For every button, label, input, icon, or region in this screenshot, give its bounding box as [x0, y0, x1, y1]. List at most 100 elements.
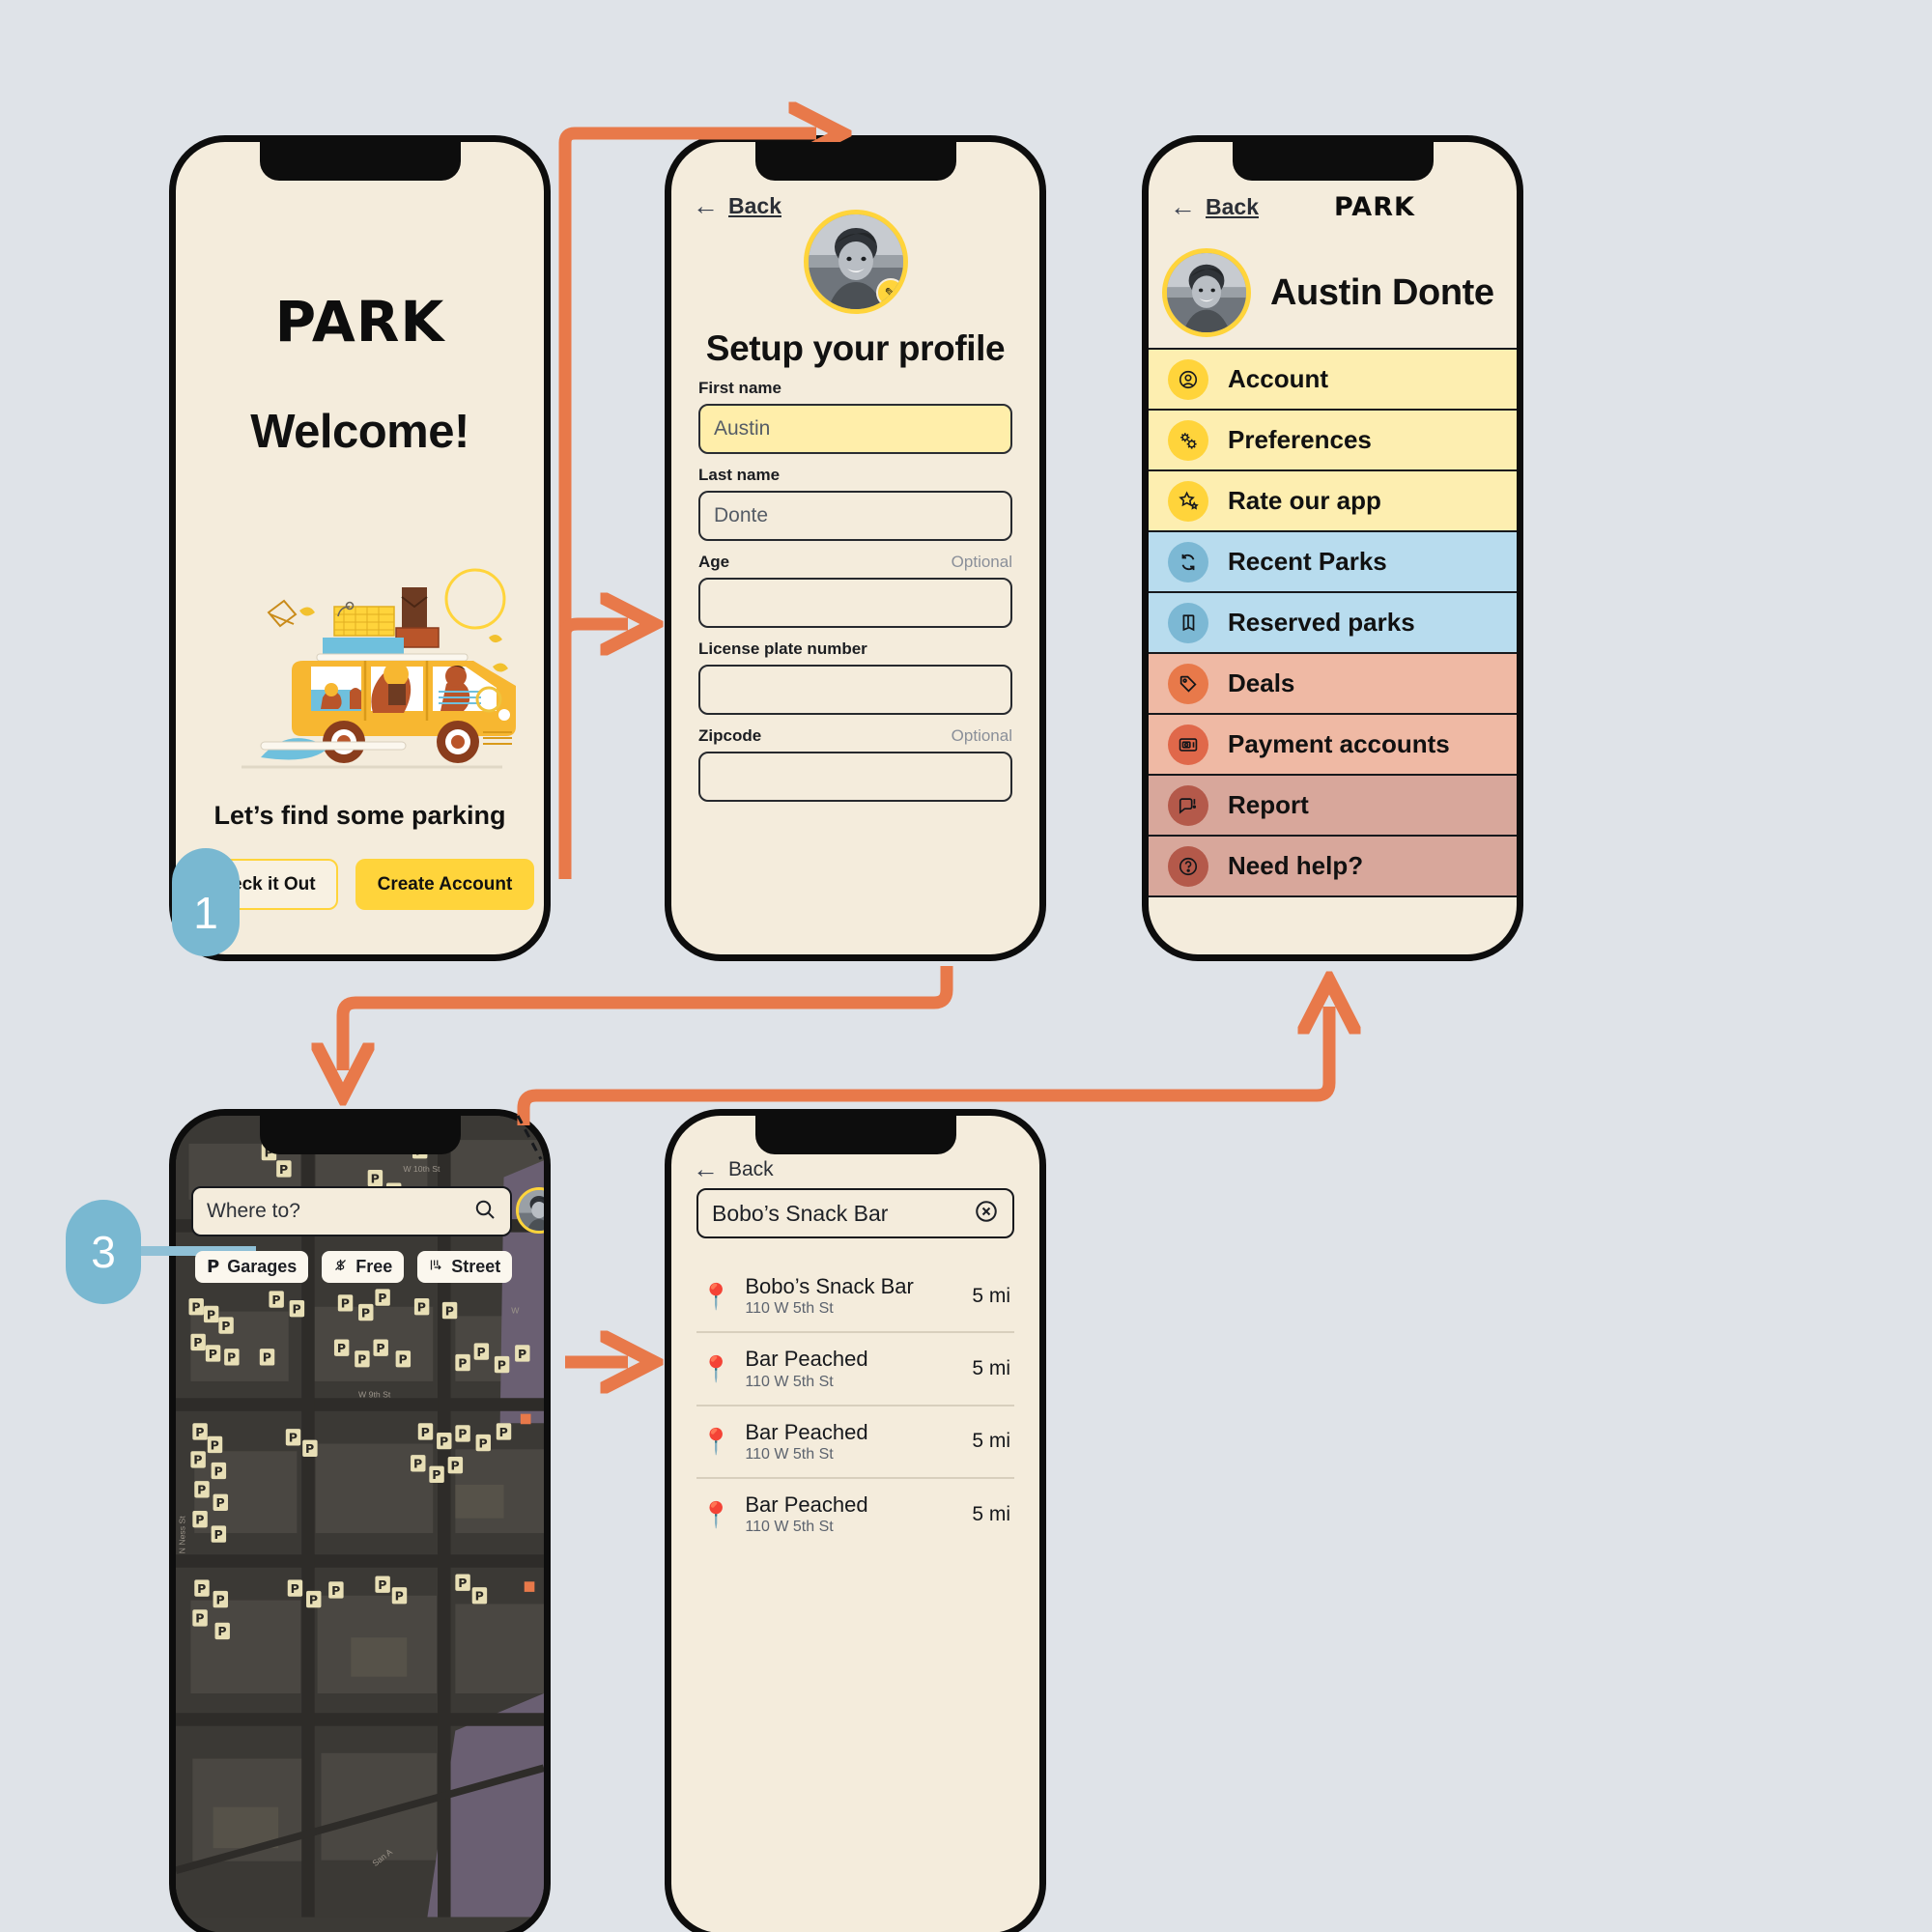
result-address: 110 W 5th St [745, 1300, 834, 1318]
screen-account-menu: ← Back PARK Austin Donte Account Prefere… [1142, 135, 1523, 961]
license-plate-input[interactable] [698, 665, 1012, 715]
arrow-left-icon: ← [1170, 192, 1196, 221]
result-name: Bar Peached [745, 1419, 868, 1444]
svg-text:P: P [227, 1350, 236, 1365]
svg-text:P: P [361, 1305, 370, 1320]
svg-text:P: P [214, 1527, 223, 1542]
map-filter-chips: P Garages Free Street [195, 1251, 513, 1283]
svg-text:P: P [341, 1296, 350, 1311]
profile-name: Austin Donte [1270, 271, 1494, 313]
last-name-input[interactable]: Donte [698, 491, 1012, 541]
map-profile-avatar[interactable] [516, 1187, 544, 1234]
svg-text:P: P [291, 1581, 299, 1596]
list-item[interactable]: 📍 Bar Peached 110 W 5th St 5 mi [696, 1333, 1014, 1406]
field-label: Age [698, 553, 730, 571]
result-address: 110 W 5th St [745, 1445, 834, 1463]
back-button[interactable]: ← Back [693, 193, 781, 219]
menu-item-preferences[interactable]: Preferences [1149, 409, 1517, 471]
phone-notch [259, 1116, 461, 1154]
menu-item-deals[interactable]: Deals [1149, 652, 1517, 715]
search-input[interactable]: Bobo’s Snack Bar [696, 1188, 1014, 1238]
profile-summary[interactable]: Austin Donte [1162, 248, 1517, 337]
phone-notch [259, 142, 461, 181]
svg-text:P: P [417, 1300, 426, 1315]
svg-text:P: P [432, 1467, 440, 1482]
svg-text:P: P [399, 1352, 408, 1367]
result-address: 110 W 5th St [745, 1373, 834, 1390]
pencil-icon[interactable]: ✎ [875, 278, 903, 307]
svg-text:P: P [207, 1307, 215, 1321]
svg-text:W: W [511, 1305, 520, 1315]
clear-circle-icon[interactable] [974, 1199, 999, 1229]
list-item[interactable]: 📍 Bobo’s Snack Bar 110 W 5th St 5 mi [696, 1261, 1014, 1334]
svg-text:P: P [458, 1576, 467, 1590]
screen-map: W 10th St W 9th St N Ness St San A W P P… [169, 1109, 551, 1932]
menu-item-rate-our-app[interactable]: Rate our app [1149, 469, 1517, 532]
svg-text:P: P [271, 1293, 280, 1307]
report-icon [1168, 784, 1208, 826]
svg-text:P: P [193, 1453, 202, 1467]
car-illustration [242, 568, 516, 769]
field-age: Age Optional [698, 553, 1012, 628]
field-label: First name [698, 379, 781, 397]
svg-text:P: P [211, 1437, 219, 1452]
avatar: ✎ [803, 210, 908, 314]
book-icon [1168, 602, 1208, 643]
chip-free[interactable]: Free [322, 1251, 405, 1283]
tag-icon [1168, 663, 1208, 704]
chip-street[interactable]: Street [417, 1251, 513, 1283]
map-pin-icon: 📍 [700, 1499, 732, 1529]
account-menu-list: Account Preferences Rate our app Recent … [1149, 348, 1517, 897]
list-item[interactable]: 📍 Bar Peached 110 W 5th St 5 mi [696, 1479, 1014, 1549]
welcome-heading: Welcome! [250, 406, 469, 458]
result-address: 110 W 5th St [745, 1519, 834, 1536]
flow-canvas: PARK Welcome! Let’s find some parking Ch… [0, 0, 1932, 1932]
avatar [1162, 248, 1251, 337]
svg-text:N Ness St: N Ness St [178, 1516, 187, 1554]
arrow-left-icon: ← [693, 191, 719, 220]
chip-garages[interactable]: P Garages [195, 1251, 309, 1283]
back-label: Back [728, 1157, 774, 1180]
profile-avatar-wrap[interactable]: ✎ [803, 210, 908, 314]
avatar-photo [1167, 253, 1246, 332]
svg-text:P: P [458, 1427, 467, 1441]
svg-text:P: P [197, 1483, 206, 1497]
zipcode-input[interactable] [698, 752, 1012, 802]
result-distance: 5 mi [972, 1502, 1010, 1525]
age-input[interactable] [698, 578, 1012, 628]
result-name: Bobo’s Snack Bar [745, 1274, 914, 1298]
screen-welcome: PARK Welcome! Let’s find some parking Ch… [169, 135, 551, 961]
menu-item-report[interactable]: Report [1149, 774, 1517, 837]
search-placeholder: Where to? [207, 1200, 300, 1222]
svg-text:P: P [309, 1592, 318, 1606]
logo-wordmark: PARK [274, 289, 445, 355]
back-button[interactable]: ← Back [693, 1156, 774, 1182]
result-distance: 5 mi [972, 1430, 1010, 1453]
menu-item-recent-parks[interactable]: Recent Parks [1149, 530, 1517, 593]
map-pin-icon: 📍 [700, 1427, 732, 1457]
chip-label: Garages [227, 1257, 298, 1276]
search-icon[interactable] [473, 1198, 497, 1226]
back-label: Back [1206, 194, 1259, 219]
svg-text:P: P [305, 1441, 314, 1456]
menu-item-account[interactable]: Account [1149, 348, 1517, 411]
svg-text:P: P [421, 1425, 430, 1439]
svg-text:P: P [499, 1425, 508, 1439]
menu-item-reserved-parks[interactable]: Reserved parks [1149, 591, 1517, 654]
list-item[interactable]: 📍 Bar Peached 110 W 5th St 5 mi [696, 1406, 1014, 1479]
svg-text:P: P [195, 1512, 204, 1526]
map-search-bar[interactable]: Where to? [191, 1186, 512, 1236]
svg-text:P: P [191, 1300, 200, 1315]
arrow-left-icon: ← [693, 1154, 719, 1183]
first-name-input[interactable]: Austin [698, 404, 1012, 454]
phone-notch [754, 142, 956, 181]
menu-item-payment-accounts[interactable]: Payment accounts [1149, 713, 1517, 776]
phone-notch [1232, 142, 1434, 181]
tagline: Let’s find some parking [213, 801, 506, 830]
svg-text:P: P [378, 1291, 386, 1305]
chip-label: Free [355, 1257, 393, 1276]
create-account-button[interactable]: Create Account [355, 859, 535, 910]
results-list: 📍 Bobo’s Snack Bar 110 W 5th St 5 mi 📍 B… [696, 1261, 1014, 1549]
menu-item-need-help[interactable]: Need help? [1149, 835, 1517, 897]
back-button[interactable]: ← Back [1170, 194, 1259, 220]
